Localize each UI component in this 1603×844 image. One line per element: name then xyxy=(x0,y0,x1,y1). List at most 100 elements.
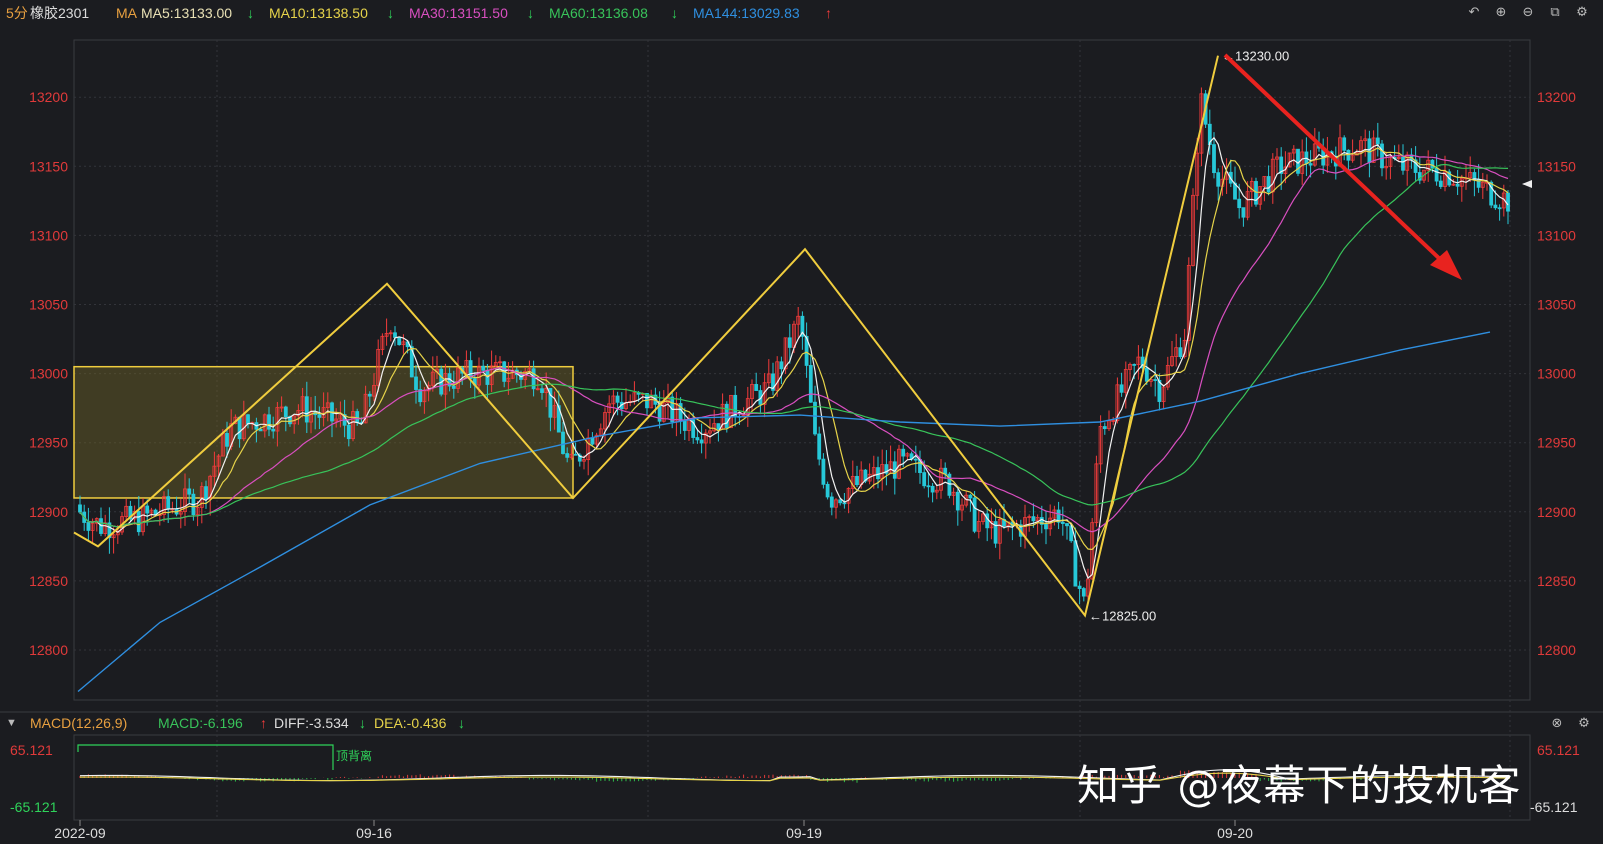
y-tick-right: 12800 xyxy=(1537,642,1576,658)
candle-body xyxy=(246,414,250,425)
candle-body xyxy=(355,411,360,423)
candle-body xyxy=(1401,156,1405,171)
candle-body xyxy=(808,365,813,403)
candle-body xyxy=(1102,426,1107,430)
candle-body xyxy=(615,395,620,403)
candle-body xyxy=(590,437,595,445)
candle-body xyxy=(1216,172,1221,187)
candle-body xyxy=(540,388,544,393)
y-tick-right: 12900 xyxy=(1537,504,1576,520)
candle-body xyxy=(1081,588,1086,597)
y-tick-left: 13200 xyxy=(29,89,68,105)
candle-body xyxy=(317,414,322,418)
divergence-bracket xyxy=(77,744,334,770)
candle-body xyxy=(1438,180,1443,187)
candle-body xyxy=(821,458,826,485)
candle-body xyxy=(187,488,192,495)
candle-body xyxy=(682,420,687,431)
x-tick-label: 2022-09 xyxy=(54,825,106,841)
y-tick-right: 12950 xyxy=(1537,435,1576,451)
candle-body xyxy=(754,384,759,391)
candle-body xyxy=(1065,523,1069,527)
candle-body xyxy=(1044,524,1048,530)
candle-body xyxy=(1178,347,1183,358)
candle-body xyxy=(876,467,880,480)
candle-body xyxy=(78,504,82,513)
macd-value: MACD:-6.196 xyxy=(158,715,243,731)
collapse-icon[interactable]: ▼ xyxy=(6,712,17,734)
candle-body xyxy=(1212,144,1216,174)
candle-body xyxy=(451,385,456,389)
candle-body xyxy=(1380,143,1384,169)
candle-body xyxy=(204,486,208,500)
macd-axis-bottom-right: -65.121 xyxy=(1530,799,1578,815)
candle-body xyxy=(1060,521,1065,524)
y-tick-right: 13100 xyxy=(1537,227,1576,243)
y-tick-left: 12850 xyxy=(29,573,68,589)
candle-body xyxy=(304,396,309,423)
candle-body xyxy=(716,423,721,430)
y-tick-right: 13050 xyxy=(1537,297,1576,313)
candle-body xyxy=(787,337,792,348)
y-tick-left: 13150 xyxy=(29,158,68,174)
y-tick-right: 13000 xyxy=(1537,366,1576,382)
candle-body xyxy=(1342,137,1347,151)
candle-body xyxy=(414,376,418,390)
y-tick-right: 12850 xyxy=(1537,573,1576,589)
candle-body xyxy=(724,403,729,429)
candle-body xyxy=(258,428,263,432)
candle-body xyxy=(136,510,141,533)
candle-body xyxy=(922,472,927,487)
candle-body xyxy=(1367,138,1372,163)
macd-axis-bottom: -65.121 xyxy=(10,799,58,815)
candle-body xyxy=(1031,516,1036,522)
consolidation-box xyxy=(73,365,574,499)
y-tick-left: 13000 xyxy=(29,366,68,382)
diff-value: DIFF:-3.534 xyxy=(274,715,349,731)
macd-axis-top-right: 65.121 xyxy=(1537,742,1580,758)
candle-body xyxy=(573,453,578,456)
candle-body xyxy=(1434,167,1439,182)
candle-body xyxy=(972,497,977,532)
candle-body xyxy=(1153,379,1158,381)
candle-body xyxy=(367,393,372,397)
candle-body xyxy=(86,522,91,531)
candle-body xyxy=(267,414,271,430)
watermark: 知乎 @夜幕下的投机客 xyxy=(1077,761,1522,810)
candle-body xyxy=(1132,364,1137,366)
candle-body xyxy=(913,458,918,461)
candle-body xyxy=(955,491,960,511)
candle-body xyxy=(1237,198,1242,209)
candle-body xyxy=(346,424,351,440)
macd-header: ▼ MACD(12,26,9) MACD:-6.196 ↑ DIFF:-3.53… xyxy=(0,712,1603,734)
candle-body xyxy=(1144,367,1149,382)
candle-body xyxy=(397,337,402,346)
candle-body xyxy=(779,361,784,370)
x-tick-label: 09-19 xyxy=(786,825,822,841)
candle-body xyxy=(1430,159,1435,169)
candle-body xyxy=(825,483,830,498)
macd-axis-top: 65.121 xyxy=(10,742,53,758)
candle-body xyxy=(968,494,973,499)
low-annotation: ←12825.00 xyxy=(1089,608,1156,623)
candle-body xyxy=(481,365,486,371)
candle-body xyxy=(237,416,242,440)
y-tick-right: 13200 xyxy=(1537,89,1576,105)
candle-body xyxy=(842,502,847,505)
candle-body xyxy=(1077,585,1082,589)
last-price-marker xyxy=(1522,180,1532,188)
candle-body xyxy=(699,439,704,444)
candle-body xyxy=(695,437,700,441)
candle-body xyxy=(1455,183,1460,187)
candle-body xyxy=(1375,137,1380,145)
candle-body xyxy=(1506,192,1510,212)
dea-arrow: ↓ xyxy=(458,715,465,731)
close-icon[interactable]: ⊗ xyxy=(1549,715,1565,731)
settings-icon[interactable]: ⚙ xyxy=(1576,715,1592,731)
candle-body xyxy=(926,485,931,488)
candle-body xyxy=(145,505,150,514)
candle-body xyxy=(393,332,397,338)
macd-arrow: ↑ xyxy=(260,715,267,731)
candle-body xyxy=(838,499,843,504)
candle-body xyxy=(283,406,288,418)
